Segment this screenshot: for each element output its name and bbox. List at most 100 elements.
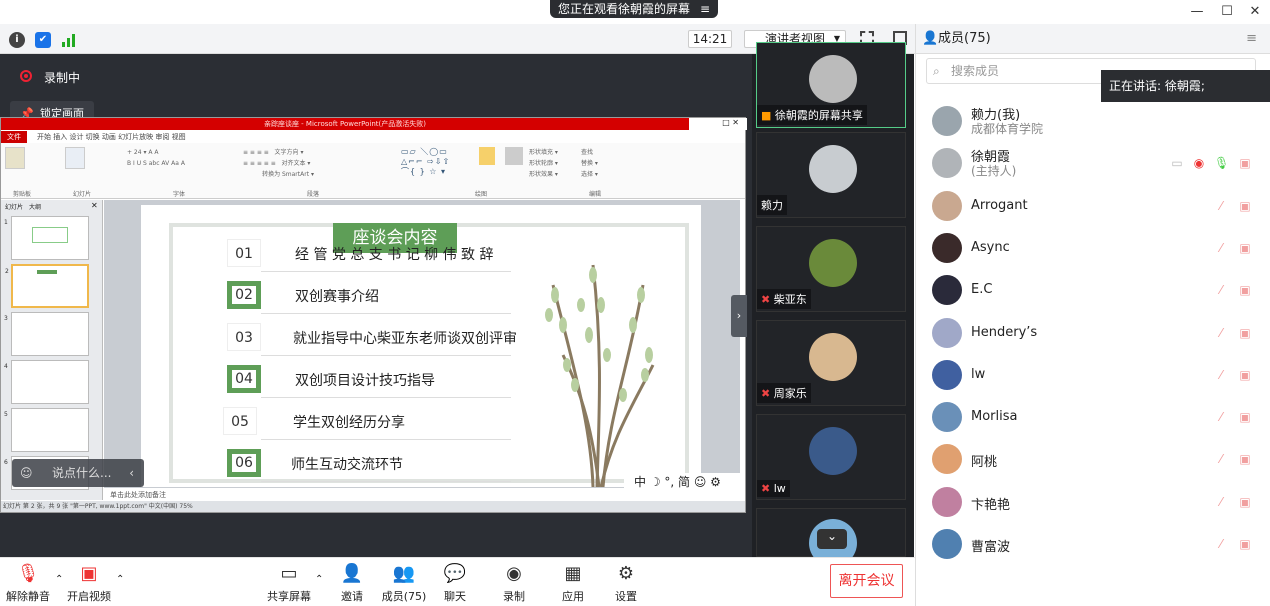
screen-share-banner[interactable]: 您正在观看徐朝霞的屏幕 ≡	[550, 0, 718, 18]
close-icon[interactable]: ✕	[91, 201, 98, 210]
start-video-button[interactable]: ▣ 开启视频	[64, 563, 114, 604]
mic-muted-icon[interactable]: ⁄	[1214, 368, 1228, 382]
ppt-tabs-text[interactable]: 开始 插入 设计 切换 动画 幻灯片放映 审阅 视图	[37, 132, 186, 142]
agenda-divider	[261, 397, 511, 398]
signal-icon[interactable]	[61, 32, 77, 48]
current-slide[interactable]: 座谈会内容 01 经 管 党 总 支 书 记 柳 伟 致 辞 02 双创赛事介绍 03 就…	[141, 205, 701, 487]
mic-muted-icon[interactable]: ⁄	[1214, 199, 1228, 213]
maximize-button[interactable]: ☐	[1218, 3, 1236, 21]
quick-style-icon[interactable]	[505, 147, 523, 165]
video-off-icon[interactable]: ▣	[1238, 199, 1252, 213]
mic-muted-icon[interactable]: ⁄	[1214, 410, 1228, 424]
chevron-left-icon[interactable]: ‹	[129, 459, 134, 487]
video-off-icon[interactable]: ▣	[1238, 495, 1252, 509]
thumb-tab-outline[interactable]: 大纲	[29, 202, 41, 211]
unmute-button[interactable]: 🎙 解除静音	[3, 563, 53, 604]
slide-thumbnail[interactable]: 5	[4, 408, 89, 452]
paragraph-controls[interactable]: ≡ ≡ ≡ ≡ 文字方向 ▾ ≡ ≡ ≡ ≡ ≡ 对齐文本 ▾ 转换为 Smart…	[243, 147, 393, 183]
slide-thumbnail-pane: 幻灯片 大纲 ✕ 1 2 3 4 5 6	[1, 200, 103, 500]
video-tile[interactable]: ■ 徐朝霞的屏幕共享	[756, 42, 906, 128]
paste-icon[interactable]	[5, 147, 25, 169]
ppt-file-tab[interactable]: 文件	[1, 131, 27, 143]
member-row[interactable]: 徐朝霞 (主持人) ▭ ◉ 🎙 ▣	[916, 142, 1270, 184]
video-off-icon[interactable]: ▣	[1238, 241, 1252, 255]
slide-thumbnail[interactable]: 1	[4, 216, 89, 260]
notes-pane[interactable]: 单击此处添加备注	[104, 490, 740, 500]
record-button[interactable]: ◉ 录制	[489, 563, 539, 604]
member-name: 曹富波	[971, 540, 1011, 555]
member-row[interactable]: 阿桃 ⁄ ▣	[916, 438, 1270, 480]
video-off-icon[interactable]: ▣	[1238, 326, 1252, 340]
chevron-up-icon[interactable]: ⌃	[315, 574, 323, 585]
chevron-down-icon[interactable]: ⌄	[817, 529, 847, 549]
info-icon[interactable]: i	[9, 32, 25, 48]
video-off-icon[interactable]: ▣	[1238, 452, 1252, 466]
member-row[interactable]: E.C ⁄ ▣	[916, 269, 1270, 311]
mic-muted-icon[interactable]: ⁄	[1214, 326, 1228, 340]
chat-button[interactable]: 💬 聊天	[430, 563, 480, 604]
mic-muted-icon[interactable]: ⁄	[1214, 283, 1228, 297]
menu-icon[interactable]: ≡	[1246, 24, 1257, 54]
video-tile[interactable]: ✖ lw	[756, 414, 906, 500]
leave-meeting-button[interactable]: 离开会议	[830, 564, 903, 598]
video-tile[interactable]: ✖ 柴亚东	[756, 226, 906, 312]
ppt-window-controls[interactable]: □ ✕	[691, 118, 747, 130]
new-slide-icon[interactable]	[65, 147, 85, 169]
video-off-icon[interactable]: ▣	[1238, 156, 1252, 170]
members-button[interactable]: 👥 成员(75)	[379, 563, 429, 604]
record-icon[interactable]: ◉	[1192, 156, 1206, 170]
video-tile[interactable]: ⌄	[756, 508, 906, 567]
menu-icon[interactable]: ≡	[700, 0, 710, 18]
share-icon[interactable]: ▭	[1170, 156, 1184, 170]
mic-muted-icon[interactable]: ⁄	[1214, 241, 1228, 255]
thumb-tab-slides[interactable]: 幻灯片	[5, 202, 23, 211]
agenda-number-text: 06	[232, 454, 256, 472]
member-row[interactable]: Hendery’s ⁄ ▣	[916, 312, 1270, 354]
settings-button[interactable]: ⚙ 设置	[601, 563, 651, 604]
video-off-icon[interactable]: ▣	[1238, 283, 1252, 297]
shield-icon[interactable]: ✔	[35, 32, 51, 48]
video-off-icon[interactable]: ▣	[1238, 368, 1252, 382]
video-off-icon[interactable]: ▣	[1238, 537, 1252, 551]
agenda-number: 04	[227, 365, 261, 393]
chat-input[interactable]: ☺ 说点什么... ‹	[12, 459, 144, 487]
close-button[interactable]: ✕	[1246, 3, 1264, 21]
slide-thumbnail-selected[interactable]: 2	[5, 264, 89, 308]
mic-muted-icon[interactable]: ⁄	[1214, 537, 1228, 551]
arrange-icon[interactable]	[479, 147, 495, 165]
ime-toolbar[interactable]: 中 ☽ °, 简 ☺ ⚙	[624, 473, 744, 491]
emoji-icon[interactable]: ☺	[20, 459, 33, 487]
shapes-gallery[interactable]: ▭▱ ＼◯▭ △⌐⌐ ⇨⇩⇧ ⌒{ } ☆ ▾	[401, 147, 471, 181]
video-name: 徐朝霞的屏幕共享	[774, 109, 863, 122]
members-title: 成员(75)	[938, 31, 991, 46]
chevron-up-icon[interactable]: ⌃	[55, 574, 63, 585]
font-controls[interactable]: + 24 ▾ A A B I U S abc AV Aa A	[127, 147, 235, 183]
slide-thumbnail[interactable]: 3	[4, 312, 89, 356]
ppt-ribbon-tabs[interactable]: 开始 插入 设计 切换 动画 幻灯片放映 审阅 视图	[1, 131, 745, 143]
mic-muted-icon[interactable]: ⁄	[1214, 452, 1228, 466]
collapse-panel-button[interactable]: ›	[731, 295, 747, 337]
mic-muted-icon[interactable]: ⁄	[1214, 495, 1228, 509]
start-video-label: 开启视频	[67, 590, 111, 603]
mic-icon[interactable]: 🎙	[1214, 156, 1229, 170]
invite-button[interactable]: 👤 邀请	[327, 563, 377, 604]
editing-controls[interactable]: 查找 替换 ▾ 选择 ▾	[581, 147, 621, 183]
member-row[interactable]: 卞艳艳 ⁄ ▣	[916, 481, 1270, 523]
member-row[interactable]: Async ⁄ ▣	[916, 227, 1270, 269]
share-screen-button[interactable]: ▭ 共享屏幕	[264, 563, 314, 604]
apps-button[interactable]: ▦ 应用	[548, 563, 598, 604]
member-row[interactable]: 赖力(我) 成都体育学院	[916, 100, 1270, 142]
mic-muted-icon: ✖	[761, 387, 771, 400]
shape-format-controls[interactable]: 形状填充 ▾ 形状轮廓 ▾ 形状效果 ▾	[529, 147, 579, 183]
video-off-icon[interactable]: ▣	[1238, 410, 1252, 424]
chevron-up-icon[interactable]: ⌃	[116, 574, 124, 585]
video-name: lw	[773, 482, 786, 495]
minimize-button[interactable]: —	[1188, 3, 1206, 21]
member-row[interactable]: lw ⁄ ▣	[916, 354, 1270, 396]
member-row[interactable]: Arrogant ⁄ ▣	[916, 185, 1270, 227]
video-tile[interactable]: ✖ 周家乐	[756, 320, 906, 406]
video-tile[interactable]: 赖力	[756, 132, 906, 218]
slide-thumbnail[interactable]: 4	[4, 360, 89, 404]
member-row[interactable]: 曹富波 ⁄ ▣	[916, 523, 1270, 565]
member-row[interactable]: Morlisa ⁄ ▣	[916, 396, 1270, 438]
